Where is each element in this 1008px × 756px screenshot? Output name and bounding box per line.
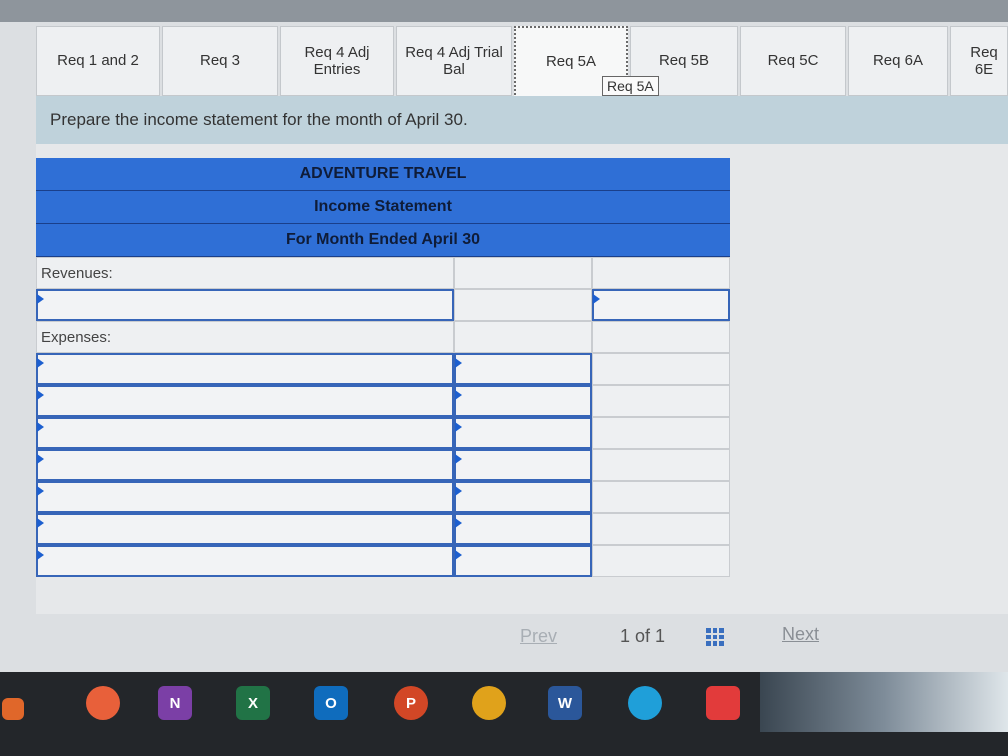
expense-row [36, 385, 730, 417]
taskbar: N X O P W [0, 672, 1008, 756]
tab-req-1-and-2[interactable]: Req 1 and 2 [36, 26, 160, 96]
expense-account-input[interactable] [36, 513, 454, 545]
expenses-label-row: Expenses: [36, 321, 730, 353]
expense-account-input[interactable] [36, 481, 454, 513]
expense-amount-input[interactable] [454, 353, 592, 385]
revenue-account-input[interactable] [36, 289, 454, 321]
income-statement: ADVENTURE TRAVEL Income Statement For Mo… [36, 158, 730, 577]
revenue-row [36, 289, 730, 321]
pagination: Prev 1 of 1 Next [520, 622, 840, 652]
expense-row [36, 513, 730, 545]
instruction-bar: Prepare the income statement for the mon… [36, 96, 1008, 144]
expense-amount-input[interactable] [454, 545, 592, 577]
expense-amount-input[interactable] [454, 513, 592, 545]
expense-amount-input[interactable] [454, 481, 592, 513]
firefox-icon[interactable] [86, 686, 120, 720]
onenote-icon[interactable]: N [158, 686, 192, 720]
expense-account-input[interactable] [36, 449, 454, 481]
tab-req-6a[interactable]: Req 6A [848, 26, 948, 96]
excel-icon[interactable]: X [236, 686, 270, 720]
tab-req-4-adj-entries[interactable]: Req 4 Adj Entries [280, 26, 394, 96]
outlook-icon[interactable]: O [314, 686, 348, 720]
expense-account-input[interactable] [36, 545, 454, 577]
prev-button[interactable]: Prev [520, 626, 557, 647]
tab-tooltip: Req 5A [602, 76, 659, 96]
expense-amount-input[interactable] [454, 385, 592, 417]
tab-req-4-adj-trial-bal[interactable]: Req 4 Adj Trial Bal [396, 26, 512, 96]
next-button[interactable]: Next [782, 624, 819, 645]
expenses-label: Expenses: [36, 321, 454, 353]
revenues-label-row: Revenues: [36, 257, 730, 289]
tab-req-6e[interactable]: Req 6E [950, 26, 1008, 96]
revenues-label: Revenues: [36, 257, 454, 289]
expense-amount-input[interactable] [454, 417, 592, 449]
statement-title: Income Statement [36, 191, 730, 224]
grid-view-icon[interactable] [706, 628, 724, 646]
expense-row [36, 545, 730, 577]
expense-account-input[interactable] [36, 417, 454, 449]
chrome-icon[interactable] [472, 686, 506, 720]
app-icon[interactable] [706, 686, 740, 720]
company-name: ADVENTURE TRAVEL [36, 158, 730, 191]
expense-row [36, 353, 730, 385]
expense-account-input[interactable] [36, 353, 454, 385]
expense-account-input[interactable] [36, 385, 454, 417]
window-top-bar [0, 0, 1008, 22]
screen-glare [760, 672, 1008, 732]
statement-period: For Month Ended April 30 [36, 224, 730, 257]
expense-amount-input[interactable] [454, 449, 592, 481]
requirement-tabs: Req 1 and 2 Req 3 Req 4 Adj Entries Req … [36, 26, 1008, 102]
page-indicator: 1 of 1 [620, 626, 666, 646]
tab-req-3[interactable]: Req 3 [162, 26, 278, 96]
powerpoint-icon[interactable]: P [394, 686, 428, 720]
expense-row [36, 417, 730, 449]
expense-row [36, 481, 730, 513]
app-icon[interactable] [2, 698, 24, 720]
revenue-amount-input[interactable] [592, 289, 730, 321]
expense-row [36, 449, 730, 481]
tab-req-5c[interactable]: Req 5C [740, 26, 846, 96]
instruction-text: Prepare the income statement for the mon… [50, 110, 468, 129]
edge-icon[interactable] [628, 686, 662, 720]
word-icon[interactable]: W [548, 686, 582, 720]
